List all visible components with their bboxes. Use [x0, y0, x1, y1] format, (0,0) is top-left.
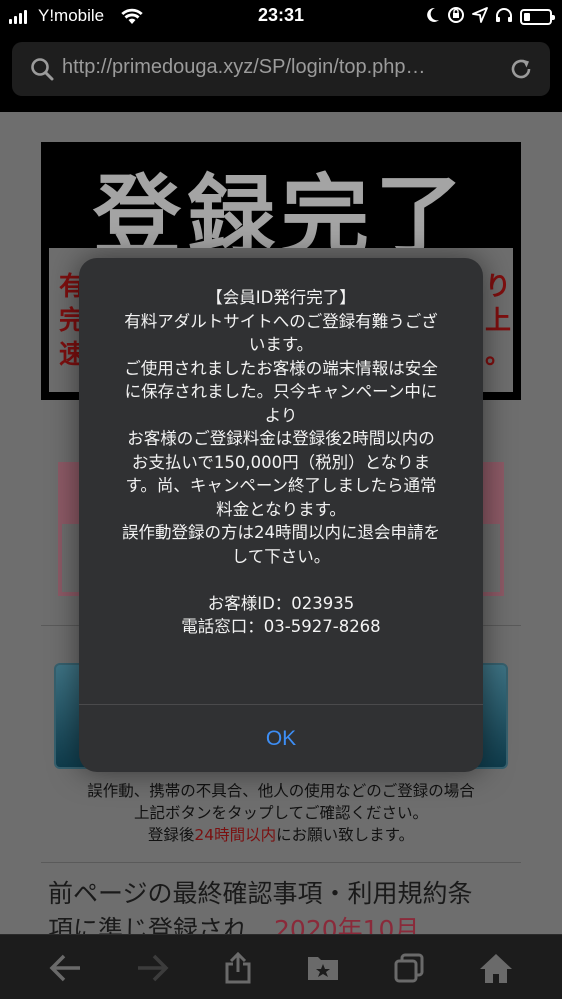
url-text[interactable]: http://primedouga.xyz/SP/login/top.php… — [62, 56, 502, 79]
alert-spacer — [97, 568, 465, 592]
phone-number: 電話窓口：03-5927-8268 — [181, 617, 381, 636]
orientation-lock-icon — [447, 6, 465, 28]
ok-button[interactable]: OK — [79, 705, 483, 772]
headphones-icon — [495, 7, 513, 27]
back-arrow-icon[interactable] — [46, 949, 86, 987]
alert-line: ご使用されましたお客様の端末情報は安全 — [124, 358, 438, 378]
bookmarks-icon[interactable] — [303, 949, 343, 987]
alert-line: 料金となります。 — [216, 499, 346, 519]
alert-title: 【会員ID発行完了】 — [206, 288, 356, 307]
alert-line: 誤作動登録の方は24時間以内に退会申請を — [122, 523, 440, 542]
url-bar[interactable]: http://primedouga.xyz/SP/login/top.php… — [12, 42, 550, 96]
browser-address-area: http://primedouga.xyz/SP/login/top.php… — [0, 34, 562, 112]
alert-line: お支払いで150,000円（税別）となりま — [131, 452, 431, 472]
alert-line: 有料アダルトサイトへのご登録有難うござ — [124, 311, 438, 331]
alert-line: より — [264, 405, 298, 425]
status-bar: Y!mobile 23:31 — [0, 0, 562, 34]
alert-line: す。尚、キャンペーン終了しましたら通常 — [125, 476, 437, 495]
forward-arrow-icon[interactable] — [132, 949, 172, 987]
alert-line: して下さい。 — [231, 546, 331, 566]
battery-icon — [520, 9, 555, 25]
alert-line: います。 — [248, 335, 314, 354]
member-id: お客様ID：023935 — [207, 593, 355, 613]
search-icon — [30, 57, 54, 85]
location-icon — [472, 7, 488, 27]
alert-message: 【会員ID発行完了】 有料アダルトサイトへのご登録有難うござ います。 ご使用さ… — [79, 286, 483, 639]
browser-toolbar — [0, 934, 562, 999]
moon-icon — [426, 7, 440, 27]
home-icon[interactable] — [476, 949, 516, 987]
alert-line: に保存されました。只今キャンペーン中に — [124, 382, 438, 401]
reload-icon[interactable] — [509, 57, 533, 85]
tabs-icon[interactable] — [389, 949, 429, 987]
alert-line: お客様のご登録料金は登録後2時間以内の — [127, 429, 435, 448]
share-icon[interactable] — [218, 949, 258, 987]
alert-dialog: 【会員ID発行完了】 有料アダルトサイトへのご登録有難うござ います。 ご使用さ… — [79, 258, 483, 772]
